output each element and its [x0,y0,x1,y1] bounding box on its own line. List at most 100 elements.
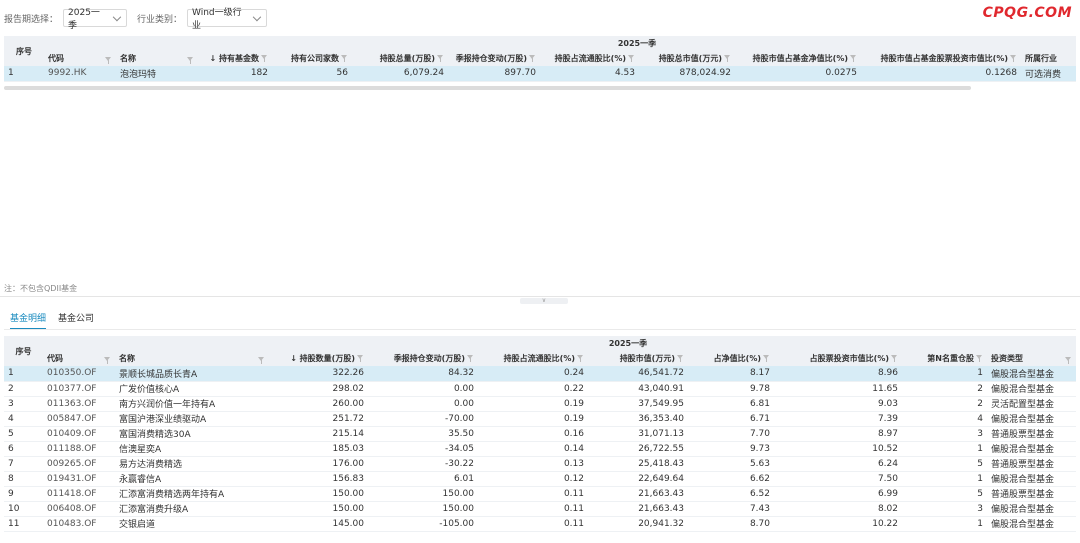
col-qoq-change[interactable]: 季报持仓变动(万股) [448,51,540,66]
filter-icon[interactable] [1010,55,1017,62]
col-code[interactable]: 代码 [44,51,116,66]
cell-company-count: 56 [336,68,348,79]
stock-summary-table: 序号 2025一季 代码 名称 ↓ 持有基金数 持有公司家数 持股总量(万股) … [4,36,1076,82]
cell-market-value: 37,549.95 [638,398,684,409]
filter-icon[interactable] [437,55,444,62]
tab-fund-detail[interactable]: 基金明细 [10,311,47,330]
col-qoq-change[interactable]: 季报持仓变动(万股) [368,351,478,366]
filter-icon[interactable] [577,355,584,362]
tab-fund-company[interactable]: 基金公司 [58,311,94,330]
cell-fund-count: 182 [250,68,268,79]
chevron-down-icon [253,12,262,21]
cell-code: 010377.OF [47,383,97,394]
filter-icon[interactable] [341,55,348,62]
col-nav-ratio[interactable]: 持股市值占基金净值比(%) [735,51,861,66]
col-industry[interactable]: 所属行业 [1021,51,1076,66]
filter-icon[interactable] [891,355,898,362]
cell-name: 汇添富消费精选两年持有A [119,490,225,500]
cell-name: 富国沪港深业绩驱动A [119,415,207,425]
cell-market-value: 31,071.13 [638,428,684,439]
col-market-value[interactable]: 持股市值(万元) [588,351,688,366]
cell-seq: 11 [8,518,20,529]
table-row[interactable]: 1 010350.OF 景顺长城品质长青A 322.26 84.32 0.24 46,541… [4,366,1076,381]
horizontal-scrollbar[interactable] [4,86,971,90]
industry-select[interactable]: Wind一级行业 [187,8,268,31]
table-row[interactable]: 5 010409.OF 富国消费精选30A 215.14 35.50 0.16 31,071… [4,426,1076,441]
cell-stock-inv-ratio: 7.50 [877,473,898,484]
col-company-count[interactable]: 持有公司家数 [272,51,352,66]
filter-icon[interactable] [104,357,111,364]
col-market-value[interactable]: 持股总市值(万元) [639,51,735,66]
col-stock-inv-ratio[interactable]: 占股票投资市值比(%) [774,351,902,366]
cell-seq: 10 [8,503,20,514]
cell-nav-ratio: 7.70 [749,428,770,439]
cell-float-ratio: 0.11 [563,503,584,514]
table-row[interactable]: 4 005847.OF 富国沪港深业绩驱动A 251.72 -70.00 0.19 36,3… [4,411,1076,426]
chevron-down-icon [113,12,122,21]
cell-inv-type: 偏股混合型基金 [991,415,1055,425]
cell-name: 汇添富消费升级A [119,505,189,515]
col-name[interactable]: 名称 [115,351,269,366]
cell-nav-ratio: 9.73 [749,443,770,454]
filter-icon[interactable] [529,55,536,62]
col-float-ratio[interactable]: 持股占流通股比(%) [478,351,588,366]
col-code[interactable]: 代码 [43,351,115,366]
cell-float-ratio: 0.11 [563,518,584,529]
col-nav-ratio[interactable]: 占净值比(%) [688,351,774,366]
table-row[interactable]: 2 010377.OF 广发价值核心A 298.02 0.00 0.22 43,040.91… [4,381,1076,396]
col-float-ratio[interactable]: 持股占流通股比(%) [540,51,639,66]
cell-name: 交银启道 [119,520,156,530]
filter-icon[interactable] [261,55,268,62]
collapse-handle[interactable]: ∨ [520,298,568,304]
cell-name: 富国消费精选30A [119,430,191,440]
table-row[interactable]: 9 011418.OF 汇添富消费精选两年持有A 150.00 150.00 0.11 21… [4,486,1076,501]
cell-qoq-change: -34.05 [444,443,474,454]
table-row[interactable]: 8 019431.OF 永赢睿信A 156.83 6.01 0.12 22,649.64 6.… [4,471,1076,486]
col-rank[interactable]: 第N名重仓股 [902,351,987,366]
filter-icon[interactable] [187,57,194,64]
col-name[interactable]: 名称 [116,51,198,66]
filter-icon[interactable] [105,57,112,64]
filter-icon[interactable] [357,355,364,362]
table-row[interactable]: 3 011363.OF 南方兴润价值一年持有A 260.00 0.00 0.19 37,54… [4,396,1076,411]
table-row[interactable]: 7 009265.OF 易方达消费精选 176.00 -30.22 0.13 25,418.… [4,456,1076,471]
cell-nav-ratio: 8.17 [749,368,770,379]
filter-icon[interactable] [976,355,983,362]
cell-inv-type: 偏股混合型基金 [991,445,1055,455]
cell-shares: 215.14 [332,428,365,439]
cell-seq: 4 [8,413,14,424]
cell-seq: 1 [8,68,14,79]
filter-icon[interactable] [258,357,265,364]
cell-qoq-change: 0.00 [453,383,474,394]
table-row[interactable]: 6 011188.OF 信澳星奕A 185.03 -34.05 0.14 26,722.55… [4,441,1076,456]
cell-float-ratio: 4.53 [614,68,635,79]
table-row[interactable]: 10 006408.OF 汇添富消费升级A 150.00 150.00 0.11 21,66… [4,501,1076,516]
filter-icon[interactable] [850,55,857,62]
cell-nav-ratio: 7.43 [749,503,770,514]
col-stock-inv-ratio[interactable]: 持股市值占基金股票投资市值比(%) [861,51,1021,66]
table-row[interactable]: 1 9992.HK 泡泡玛特 182 56 6,079.24 897.70 4.… [4,66,1076,81]
cell-market-value: 21,663.43 [638,488,684,499]
filter-icon[interactable] [1065,357,1072,364]
col-inv-type[interactable]: 投资类型 [987,351,1076,366]
cell-code: 010483.OF [47,518,97,529]
filter-icon[interactable] [467,355,474,362]
cell-qoq-change: 897.70 [504,68,537,79]
cell-code: 9992.HK [48,68,87,79]
cell-market-value: 46,541.72 [638,368,684,379]
filter-icon[interactable] [677,355,684,362]
cell-market-value: 36,353.40 [638,413,684,424]
cell-inv-type: 偏股混合型基金 [991,385,1055,395]
period-select[interactable]: 2025一季 [63,8,128,31]
filter-icon[interactable] [763,355,770,362]
col-total-shares[interactable]: 持股总量(万股) [352,51,448,66]
col-fund-count[interactable]: ↓ 持有基金数 [198,51,272,66]
filter-icon[interactable] [628,55,635,62]
fund-detail-table: 序号 2025一季 代码 名称 ↓ 持股数量(万股) 季报持仓变动(万股) 持股… [4,336,1076,532]
filter-icon[interactable] [724,55,731,62]
cell-qoq-change: -105.00 [439,518,474,529]
col-shares[interactable]: ↓ 持股数量(万股) [269,351,368,366]
table-row[interactable]: 11 010483.OF 交银启道 145.00 -105.00 0.11 20,941.3… [4,516,1076,531]
cell-code: 005847.OF [47,413,97,424]
cell-stock-inv-ratio: 8.97 [877,428,898,439]
